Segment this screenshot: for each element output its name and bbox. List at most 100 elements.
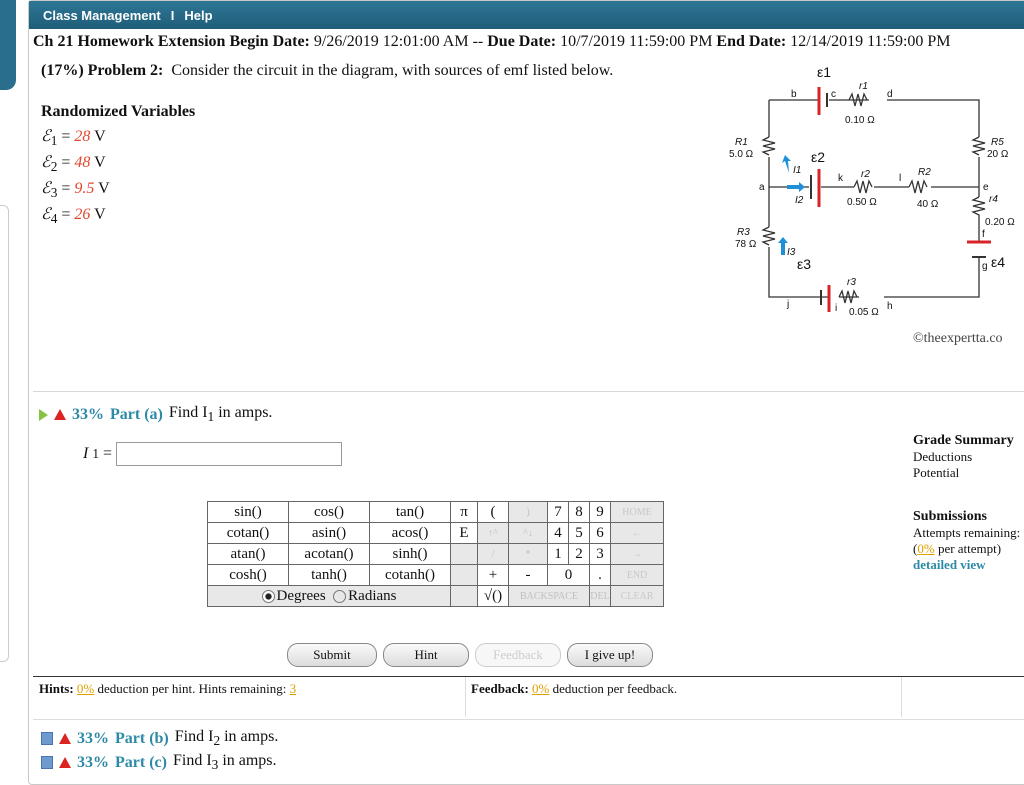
key-7[interactable]: 7 bbox=[547, 501, 569, 523]
resistor-R3 bbox=[761, 226, 776, 246]
feedback-button[interactable]: Feedback bbox=[475, 643, 561, 667]
eq: = bbox=[57, 206, 75, 223]
key-power-up[interactable]: ↑^ bbox=[477, 522, 509, 544]
key-cos[interactable]: cos() bbox=[288, 501, 370, 523]
node-f: f bbox=[982, 229, 985, 240]
per-attempt-text: per attempt) bbox=[934, 541, 1002, 556]
key-clear[interactable]: CLEAR bbox=[610, 585, 664, 607]
radians-radio[interactable] bbox=[333, 589, 347, 603]
value-R3: 78 Ω bbox=[735, 239, 757, 250]
menu-help[interactable]: Help bbox=[184, 8, 212, 23]
key-left-arrow[interactable]: ← bbox=[610, 522, 664, 544]
hints-label: Hints: bbox=[39, 681, 74, 696]
node-c: c bbox=[831, 89, 836, 100]
key-cotan[interactable]: cotan() bbox=[207, 522, 289, 544]
key-right-arrow[interactable]: → bbox=[610, 543, 664, 565]
key-dot[interactable]: . bbox=[589, 564, 611, 586]
key-4[interactable]: 4 bbox=[547, 522, 569, 544]
key-multiply[interactable]: * bbox=[508, 543, 548, 565]
part-a-header[interactable]: 33% Part (a) Find I1 in amps. bbox=[39, 404, 272, 425]
resistor-R5 bbox=[971, 136, 986, 156]
emf-3-row: ℰ3 = 9.5 V bbox=[41, 178, 195, 204]
key-5[interactable]: 5 bbox=[568, 522, 590, 544]
key-cosh[interactable]: cosh() bbox=[207, 564, 289, 586]
detailed-view-link[interactable]: detailed view bbox=[913, 557, 1024, 573]
key-plus[interactable]: + bbox=[477, 564, 509, 586]
degrees-radio[interactable] bbox=[261, 589, 275, 603]
give-up-button[interactable]: I give up! bbox=[567, 643, 653, 667]
value-R2: 40 Ω bbox=[917, 199, 939, 210]
submissions-title: Submissions bbox=[913, 509, 987, 524]
feedback-pct: 0% bbox=[532, 681, 550, 696]
key-sqrt[interactable]: √() bbox=[477, 585, 509, 607]
randvars-title: Randomized Variables bbox=[41, 103, 196, 120]
label-I2: I2 bbox=[795, 195, 804, 206]
value-r3: 0.05 Ω bbox=[849, 307, 879, 317]
key-9[interactable]: 9 bbox=[589, 501, 611, 523]
key-sinh[interactable]: sinh() bbox=[369, 543, 451, 565]
label-r2: r2 bbox=[861, 169, 870, 180]
emf-unit: V bbox=[94, 180, 110, 197]
part-a-label: Part (a) bbox=[110, 405, 163, 423]
label-R3: R3 bbox=[737, 227, 750, 238]
part-c-header[interactable]: 33% Part (c) Find I3 in amps. bbox=[41, 752, 277, 773]
batteries bbox=[810, 87, 991, 312]
emf-value: 28 bbox=[74, 128, 91, 145]
key-6[interactable]: 6 bbox=[589, 522, 611, 544]
key-acos[interactable]: acos() bbox=[369, 522, 451, 544]
document-icon[interactable] bbox=[41, 756, 53, 770]
key-1[interactable]: 1 bbox=[547, 543, 569, 565]
document-icon[interactable] bbox=[41, 732, 53, 746]
key-tan[interactable]: tan() bbox=[369, 501, 451, 523]
key-backspace[interactable]: BACKSPACE bbox=[508, 585, 590, 607]
homework-header: Ch 21 Homework Extension Begin Date: 9/2… bbox=[33, 33, 951, 51]
section-divider bbox=[33, 391, 1024, 392]
key-acotan[interactable]: acotan() bbox=[288, 543, 370, 565]
part-b-header[interactable]: 33% Part (b) Find I2 in amps. bbox=[41, 728, 278, 749]
key-blank bbox=[450, 585, 478, 607]
key-del[interactable]: DEL bbox=[589, 585, 611, 607]
degrees-label: Degrees bbox=[276, 587, 326, 604]
arrow-I2 bbox=[787, 182, 805, 192]
key-home[interactable]: HOME bbox=[610, 501, 664, 523]
answer-input[interactable] bbox=[116, 442, 343, 466]
key-atan[interactable]: atan() bbox=[207, 543, 289, 565]
key-asin[interactable]: asin() bbox=[288, 522, 370, 544]
key-end[interactable]: END bbox=[610, 564, 664, 586]
value-r1: 0.10 Ω bbox=[845, 115, 875, 126]
key-8[interactable]: 8 bbox=[568, 501, 590, 523]
hint-button[interactable]: Hint bbox=[383, 643, 469, 667]
key-0[interactable]: 0 bbox=[547, 564, 590, 586]
key-sin[interactable]: sin() bbox=[207, 501, 289, 523]
menu-class-management[interactable]: Class Management bbox=[43, 8, 161, 23]
answer-variable: I bbox=[83, 445, 89, 462]
radians-label: Radians bbox=[348, 587, 397, 604]
part-a-text: Find I bbox=[168, 404, 208, 421]
part-a-tail: in amps. bbox=[214, 404, 273, 421]
problem-label: Problem 2: bbox=[87, 62, 164, 79]
key-power-down[interactable]: ^↓ bbox=[508, 522, 548, 544]
expand-play-icon[interactable] bbox=[39, 408, 48, 421]
key-pi[interactable]: π bbox=[450, 501, 478, 523]
key-divide[interactable]: / bbox=[477, 543, 509, 565]
key-tanh[interactable]: tanh() bbox=[288, 564, 370, 586]
key-minus[interactable]: - bbox=[508, 564, 548, 586]
label-e3: ε3 bbox=[797, 256, 811, 272]
submit-button[interactable]: Submit bbox=[287, 643, 377, 667]
key-3[interactable]: 3 bbox=[589, 543, 611, 565]
key-2[interactable]: 2 bbox=[568, 543, 590, 565]
key-cotanh[interactable]: cotanh() bbox=[369, 564, 451, 586]
left-nav-tab[interactable] bbox=[0, 0, 16, 90]
problem-statement: (17%) Problem 2: Consider the circuit in… bbox=[41, 62, 613, 80]
node-i: i bbox=[835, 303, 837, 314]
key-e[interactable]: E bbox=[450, 522, 478, 544]
hints-pct: 0% bbox=[76, 681, 95, 696]
value-R1: 5.0 Ω bbox=[729, 149, 754, 160]
resistor-R1 bbox=[761, 136, 776, 156]
potential-label: Potential bbox=[913, 465, 960, 480]
key-rparen[interactable]: ) bbox=[508, 501, 548, 523]
end-label: End Date: bbox=[716, 33, 787, 50]
key-lparen[interactable]: ( bbox=[477, 501, 509, 523]
part-b-tail: in amps. bbox=[220, 728, 279, 745]
divider-vertical bbox=[465, 677, 466, 717]
